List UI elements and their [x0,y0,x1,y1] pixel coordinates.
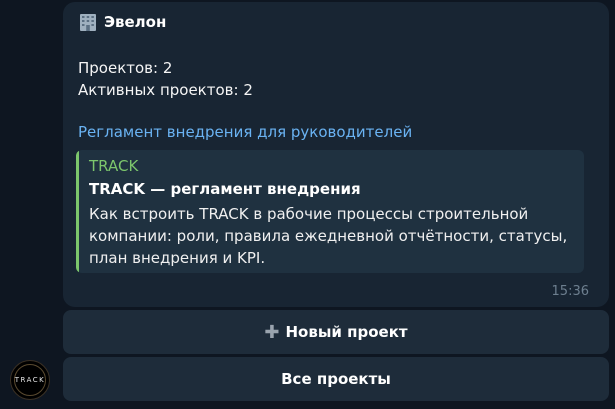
preview-site-name: TRACK [89,157,139,175]
message-bubble: Эвелон Проектов: 2 Активных проектов: 2 … [63,2,609,307]
active-projects-text: Активных проектов: 2 [78,81,253,99]
new-project-button[interactable]: ✚ Новый проект [63,310,609,354]
regulation-link[interactable]: Регламент внедрения для руководителей [78,123,412,141]
message-title: Эвелон [104,13,167,31]
message-title-row: Эвелон [78,13,166,31]
projects-count-text: Проектов: 2 [78,59,173,77]
avatar-text: TRACK [14,376,46,384]
new-project-label: Новый проект [285,323,408,341]
preview-accent-bar [76,150,79,273]
link-preview[interactable]: TRACK TRACK — регламент внедрения Как вс… [76,150,584,273]
preview-description: Как встроить TRACK в рабочие процессы ст… [89,205,568,267]
building-icon [80,14,96,31]
chat-area: Эвелон Проектов: 2 Активных проектов: 2 … [0,0,615,409]
bot-avatar[interactable]: TRACK [10,360,50,400]
message-time: 15:36 [551,284,589,299]
plus-icon: ✚ [264,321,280,343]
all-projects-button[interactable]: Все проекты [63,357,609,401]
preview-title: TRACK — регламент внедрения [89,180,361,198]
all-projects-label: Все проекты [281,370,391,388]
